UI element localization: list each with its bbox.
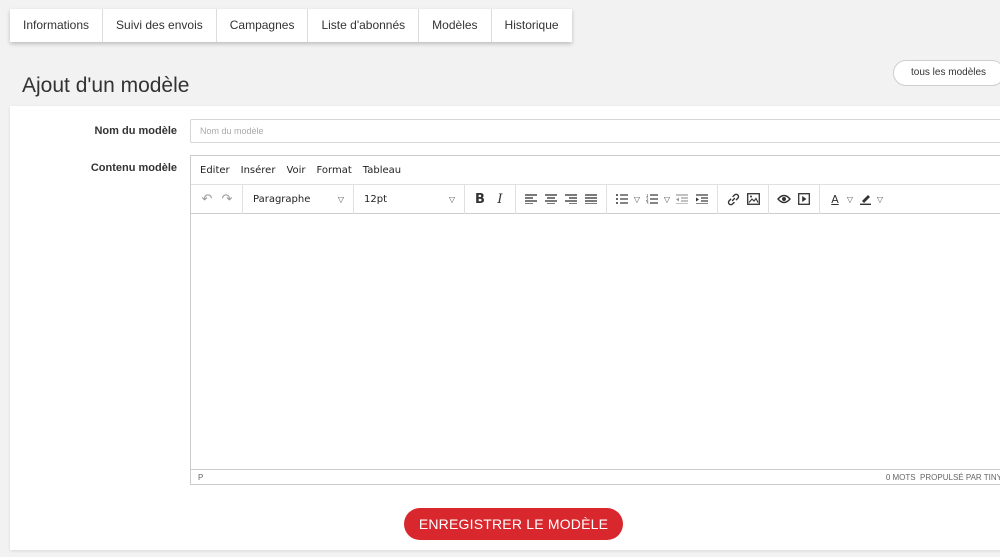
font-size-select[interactable]: 12pt ▽ [359, 188, 459, 210]
bold-icon[interactable]: B [470, 188, 490, 210]
page-title: Ajout d'un modèle [22, 74, 190, 97]
image-icon[interactable] [743, 188, 763, 210]
powered-by-tiny-link[interactable]: PROPULSÉ PAR TINY [920, 473, 1000, 482]
rich-text-editor: Editer Insérer Voir Format Tableau ↶ ↷ P… [190, 155, 1000, 485]
tab-suivi-des-envois[interactable]: Suivi des envois [103, 9, 217, 42]
block-format-value: Paragraphe [253, 193, 311, 205]
editor-content-area[interactable] [191, 214, 1000, 469]
menu-voir[interactable]: Voir [286, 165, 305, 176]
menu-editer[interactable]: Editer [200, 165, 230, 176]
menu-tableau[interactable]: Tableau [363, 165, 401, 176]
editor-toolbar: ↶ ↷ Paragraphe ▽ 12pt ▽ B I ▽ 1 2 3 ▽ A … [191, 184, 1000, 214]
italic-icon[interactable]: I [490, 188, 510, 210]
highlight-color-icon[interactable] [855, 188, 875, 210]
status-element-path[interactable]: P [198, 473, 203, 482]
block-format-select[interactable]: Paragraphe ▽ [248, 188, 348, 210]
media-play-icon[interactable] [794, 188, 814, 210]
toolbar-divider [242, 184, 243, 214]
model-name-label: Nom du modèle [94, 125, 177, 137]
tab-informations[interactable]: Informations [10, 9, 104, 42]
outdent-icon[interactable] [672, 188, 692, 210]
chevron-down-icon[interactable]: ▽ [662, 188, 672, 210]
status-right: 0 MOTS PROPULSÉ PAR TINY [886, 473, 1000, 482]
chevron-down-icon: ▽ [337, 194, 344, 204]
text-color-icon[interactable]: A [825, 188, 845, 210]
indent-icon[interactable] [692, 188, 712, 210]
form-panel: Nom du modèle Contenu modèle Editer Insé… [10, 106, 1000, 550]
menu-format[interactable]: Format [317, 165, 352, 176]
toolbar-divider [606, 184, 607, 214]
all-models-button[interactable]: tous les modèles [893, 60, 1000, 86]
model-content-label: Contenu modèle [90, 162, 177, 174]
align-center-icon[interactable] [541, 188, 561, 210]
top-tabs: Informations Suivi des envois Campagnes … [10, 9, 572, 42]
toolbar-divider [819, 184, 820, 214]
undo-icon[interactable]: ↶ [197, 188, 217, 210]
tab-modeles[interactable]: Modèles [419, 9, 492, 42]
toolbar-divider [464, 184, 465, 214]
align-right-icon[interactable] [561, 188, 581, 210]
menu-inserer[interactable]: Insérer [241, 165, 276, 176]
bullet-list-icon[interactable] [612, 188, 632, 210]
preview-eye-icon[interactable] [774, 188, 794, 210]
save-model-button[interactable]: ENREGISTRER LE MODÈLE [404, 508, 623, 540]
align-left-icon[interactable] [521, 188, 541, 210]
chevron-down-icon: ▽ [448, 194, 455, 204]
chevron-down-icon[interactable]: ▽ [845, 188, 855, 210]
tab-liste-abonnes[interactable]: Liste d'abonnés [308, 9, 420, 42]
tab-historique[interactable]: Historique [492, 9, 572, 42]
link-icon[interactable] [723, 188, 743, 210]
redo-icon[interactable]: ↷ [217, 188, 237, 210]
toolbar-divider [717, 184, 718, 214]
svg-text:3: 3 [646, 201, 649, 205]
numbered-list-icon[interactable]: 123 [642, 188, 662, 210]
editor-statusbar: P 0 MOTS PROPULSÉ PAR TINY [191, 469, 1000, 484]
tab-campagnes[interactable]: Campagnes [217, 9, 309, 42]
chevron-down-icon[interactable]: ▽ [632, 188, 642, 210]
toolbar-divider [768, 184, 769, 214]
model-name-input[interactable] [190, 119, 1000, 143]
align-justify-icon[interactable] [581, 188, 601, 210]
toolbar-divider [515, 184, 516, 214]
font-size-value: 12pt [364, 193, 387, 205]
word-count: 0 MOTS [885, 472, 916, 482]
toolbar-divider [353, 184, 354, 214]
chevron-down-icon[interactable]: ▽ [875, 188, 885, 210]
editor-menubar: Editer Insérer Voir Format Tableau [191, 156, 1000, 184]
